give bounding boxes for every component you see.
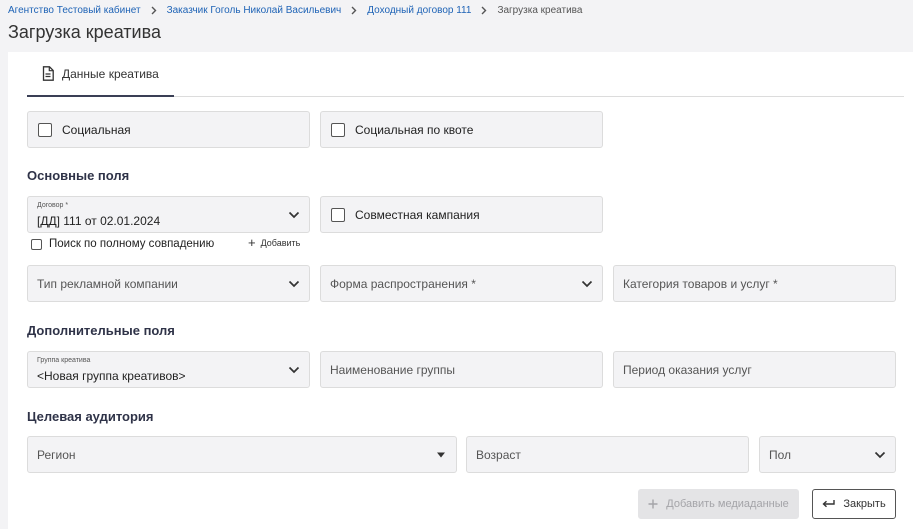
joint-campaign-label: Совместная кампания <box>355 207 480 222</box>
group-name-placeholder: Наименование группы <box>330 362 456 377</box>
distribution-form-select[interactable]: Форма распространения * <box>320 265 603 302</box>
breadcrumb-link-agency[interactable]: Агентство Тестовый кабинет <box>8 5 141 16</box>
chevron-down-icon <box>288 280 300 288</box>
form-card: Данные креатива Социальная Социальная по… <box>8 52 913 529</box>
social-quota-checkbox[interactable] <box>331 122 345 137</box>
social-quota-label: Социальная по квоте <box>355 122 474 137</box>
creative-group-select[interactable]: Группа креатива <Новая группа креативов> <box>27 351 310 388</box>
social-checkbox[interactable] <box>38 122 52 137</box>
exact-search-label: Поиск по полному совпадению <box>49 238 215 250</box>
gender-select[interactable]: Пол <box>759 436 896 473</box>
goods-category-input[interactable]: Категория товаров и услуг * <box>613 265 896 302</box>
add-contract-button[interactable]: + Добавить <box>248 236 300 249</box>
joint-campaign-checkbox-field[interactable]: Совместная кампания <box>320 196 603 233</box>
add-media-button[interactable]: Добавить медиаданные <box>638 489 799 519</box>
region-select[interactable]: Регион <box>27 436 457 473</box>
chevron-down-icon <box>581 280 593 288</box>
close-label: Закрыть <box>843 498 886 510</box>
ad-campaign-type-placeholder: Тип рекламной компании <box>37 276 178 291</box>
chevron-right-icon <box>481 6 487 15</box>
return-arrow-icon <box>822 499 836 509</box>
tab-creative-data[interactable]: Данные креатива <box>27 52 174 97</box>
contract-value: [ДД] 111 от 02.01.2024 <box>37 214 161 228</box>
add-contract-label: Добавить <box>260 237 301 248</box>
plus-icon <box>648 499 658 509</box>
service-period-input[interactable]: Период оказания услуг <box>613 351 896 388</box>
section-title-audience: Целевая аудитория <box>27 409 154 424</box>
chevron-right-icon <box>151 6 157 15</box>
ad-campaign-type-select[interactable]: Тип рекламной компании <box>27 265 310 302</box>
service-period-placeholder: Период оказания услуг <box>623 362 752 377</box>
region-placeholder: Регион <box>37 447 76 462</box>
age-placeholder: Возраст <box>476 447 521 462</box>
breadcrumb-link-customer[interactable]: Заказчик Гоголь Николай Васильевич <box>167 5 342 16</box>
social-label: Социальная <box>62 122 131 137</box>
chevron-down-icon <box>288 366 300 374</box>
caret-down-icon <box>437 452 445 457</box>
tab-label: Данные креатива <box>62 66 159 81</box>
chevron-right-icon <box>351 6 357 15</box>
exact-search-checkbox-field[interactable]: Поиск по полному совпадению <box>31 238 214 250</box>
tab-bar: Данные креатива <box>27 52 904 97</box>
close-button[interactable]: Закрыть <box>812 489 896 519</box>
exact-search-checkbox[interactable] <box>31 238 42 250</box>
gender-placeholder: Пол <box>769 447 792 462</box>
section-title-extra: Дополнительные поля <box>27 323 175 338</box>
age-input[interactable]: Возраст <box>466 436 749 473</box>
distribution-form-placeholder: Форма распространения * <box>330 276 476 291</box>
contract-label: Договор * <box>37 202 69 209</box>
joint-campaign-checkbox[interactable] <box>331 207 345 222</box>
contract-select[interactable]: Договор * [ДД] 111 от 02.01.2024 <box>27 196 310 233</box>
chevron-down-icon <box>288 211 300 219</box>
creative-group-label: Группа креатива <box>37 357 91 364</box>
document-icon <box>42 66 54 81</box>
social-checkbox-field[interactable]: Социальная <box>27 111 310 148</box>
breadcrumb-current: Загрузка креатива <box>497 5 583 16</box>
plus-icon: + <box>248 235 256 250</box>
social-quota-checkbox-field[interactable]: Социальная по квоте <box>320 111 603 148</box>
chevron-down-icon <box>874 451 886 459</box>
creative-group-value: <Новая группа креативов> <box>37 369 186 383</box>
breadcrumb-link-contract[interactable]: Доходный договор 111 <box>367 5 471 16</box>
breadcrumb: Агентство Тестовый кабинет Заказчик Гого… <box>8 5 582 16</box>
goods-category-placeholder: Категория товаров и услуг * <box>623 276 778 291</box>
page-title: Загрузка креатива <box>8 22 161 42</box>
add-media-label: Добавить медиаданные <box>666 498 789 510</box>
group-name-input[interactable]: Наименование группы <box>320 351 603 388</box>
section-title-main: Основные поля <box>27 168 130 183</box>
